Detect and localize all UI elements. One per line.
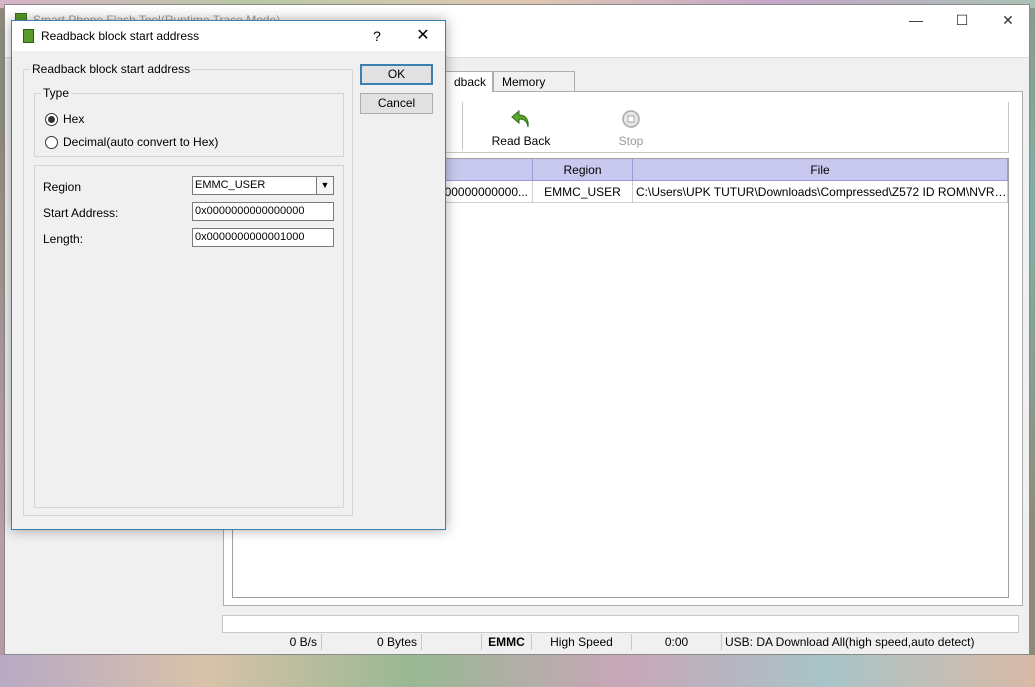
region-select-value: EMMC_USER [195, 179, 266, 191]
chevron-down-icon[interactable]: ▼ [316, 177, 333, 194]
desktop-background-bottom [0, 655, 1035, 687]
table-cell-file[interactable]: C:\Users\UPK TUTUR\Downloads\Compressed\… [633, 181, 1008, 203]
close-button[interactable]: ✕ [985, 5, 1031, 35]
status-mode: High Speed [532, 634, 632, 650]
start-address-input[interactable]: 0x0000000000000000 [192, 202, 334, 221]
type-label: Type [41, 86, 72, 100]
dialog-close-button[interactable]: ✕ [410, 25, 436, 47]
app-icon [23, 29, 34, 43]
group-label: Readback block start address [30, 62, 193, 76]
toolbar-separator [462, 102, 463, 150]
length-label: Length: [43, 232, 84, 246]
radio-decimal[interactable]: Decimal(auto convert to Hex) [45, 134, 218, 150]
stop-label: Stop [618, 134, 644, 148]
help-button[interactable]: ? [366, 25, 388, 47]
table-cell-region[interactable]: EMMC_USER [533, 181, 633, 203]
read-back-label: Read Back [491, 134, 551, 148]
dialog-title-bar: Readback block start address ? ✕ [12, 21, 445, 51]
status-speed: 0 B/s [222, 634, 322, 650]
progress-bar [222, 615, 1019, 633]
status-usb: USB: DA Download All(high speed,auto det… [725, 635, 975, 649]
maximize-button[interactable]: ☐ [939, 5, 985, 35]
status-blank [422, 634, 482, 650]
start-address-label: Start Address: [43, 206, 119, 220]
minimize-button[interactable]: — [893, 5, 939, 35]
cancel-button[interactable]: Cancel [360, 93, 433, 114]
fields-group: Region EMMC_USER ▼ Start Address: 0x0000… [34, 165, 344, 508]
column-header-file[interactable]: File [633, 159, 1008, 181]
stop-button[interactable]: Stop [591, 108, 671, 148]
radio-hex-indicator[interactable] [45, 113, 58, 127]
stop-icon [622, 110, 640, 128]
tab-memory-test[interactable]: Memory Test [493, 71, 575, 109]
radio-decimal-indicator[interactable] [45, 136, 58, 150]
status-bar: 0 B/s 0 Bytes EMMC High Speed 0:00 USB: … [222, 634, 1019, 650]
region-label: Region [43, 180, 82, 194]
radio-hex[interactable]: Hex [45, 111, 84, 127]
status-time: 0:00 [632, 634, 722, 650]
readback-address-group: Readback block start address Type Hex De… [23, 62, 353, 516]
type-group: Type Hex Decimal(auto convert to Hex) [34, 86, 344, 157]
read-back-button[interactable]: Read Back [481, 108, 561, 148]
status-storage: EMMC [482, 634, 532, 650]
column-header-region[interactable]: Region [533, 159, 633, 181]
readback-address-dialog: Readback block start address ? ✕ Readbac… [11, 20, 446, 530]
region-select[interactable]: EMMC_USER ▼ [192, 176, 334, 195]
tab-readback[interactable]: dback [445, 71, 493, 92]
undo-arrow-icon [511, 109, 529, 128]
radio-hex-label: Hex [63, 112, 85, 126]
ok-button[interactable]: OK [360, 64, 433, 85]
dialog-title: Readback block start address [41, 29, 200, 43]
status-bytes: 0 Bytes [322, 634, 422, 650]
length-input[interactable]: 0x0000000000001000 [192, 228, 334, 247]
radio-decimal-label: Decimal(auto convert to Hex) [63, 135, 219, 149]
